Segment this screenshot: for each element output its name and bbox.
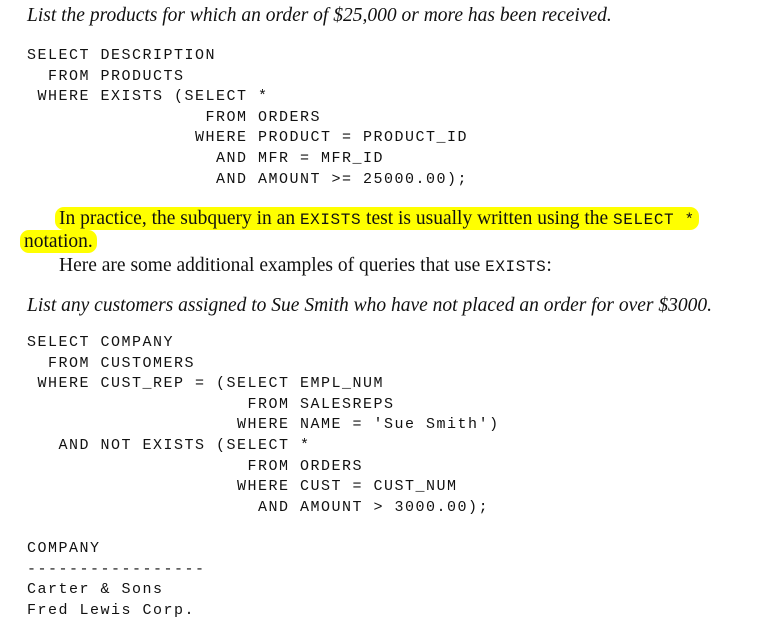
code-line: FROM SALESREPS [27,395,395,413]
code-line: WHERE EXISTS (SELECT * [27,88,269,106]
code-line: FROM PRODUCTS [27,67,185,85]
highlight-text: notation. [20,230,97,253]
code-line: AND NOT EXISTS (SELECT * [27,436,311,454]
code-line: FROM ORDERS [27,108,322,126]
highlighted-paragraph-line-1: In practice, the subquery in an EXISTS t… [55,207,699,230]
result-header: COMPANY [27,540,101,557]
result-row: Carter & Sons [27,581,164,599]
code-line: AND AMOUNT >= 25000.00); [27,170,469,188]
inline-code: EXISTS [299,211,362,229]
code-line: AND AMOUNT > 3000.00); [27,498,490,516]
code-line: FROM CUSTOMERS [27,354,196,372]
code-line: WHERE PRODUCT = PRODUCT_ID [27,129,469,147]
code-line: WHERE NAME = 'Sue Smith') [27,416,500,434]
code-line: WHERE CUST = CUST_NUM [27,478,458,496]
query-result: COMPANY ----------------- Carter & Sons … [27,539,206,621]
inline-code: SELECT * [613,211,695,229]
code-line: SELECT COMPANY [27,334,175,351]
code-line: FROM ORDERS [27,457,364,475]
highlight-text: In practice, the subquery in an [59,208,300,229]
inline-code: EXISTS [485,258,547,276]
code-line: AND MFR = MFR_ID [27,149,385,167]
sql-code-block-1: SELECT DESCRIPTION FROM PRODUCTS WHERE E… [27,46,468,190]
code-line: SELECT DESCRIPTION [27,47,217,64]
paragraph-text: Here are some additional examples of que… [59,255,486,276]
example-description-1: List the products for which an order of … [27,5,612,26]
result-separator: ----------------- [27,560,206,578]
highlighted-paragraph-line-2: notation. [20,230,97,253]
paragraph-text: : [546,255,552,276]
paragraph-2: Here are some additional examples of que… [59,255,552,277]
result-row: Fred Lewis Corp. [27,601,196,619]
code-line: WHERE CUST_REP = (SELECT EMPL_NUM [27,375,385,393]
example-description-2: List any customers assigned to Sue Smith… [27,295,712,316]
highlight-text: test is usually written using the [361,208,614,229]
sql-code-block-2: SELECT COMPANY FROM CUSTOMERS WHERE CUST… [27,333,500,518]
